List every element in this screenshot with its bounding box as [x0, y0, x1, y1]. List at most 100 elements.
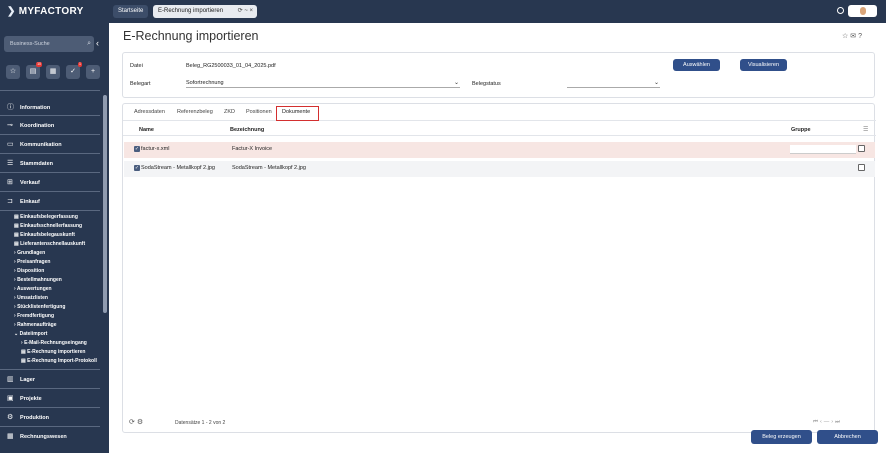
business-search-input[interactable]: Business-Suche ⌕: [4, 36, 94, 52]
help-icon[interactable]: ?: [858, 33, 864, 40]
sidebar-item-grundlagen[interactable]: › Grundlagen: [14, 250, 45, 256]
chat-icon: ▭: [7, 141, 14, 148]
search-icon[interactable]: ⌕: [87, 36, 91, 52]
sidebar-item-stuecklistenfertigung[interactable]: › Stücklistenfertigung: [14, 304, 65, 310]
item-label: Fremdfertigung: [17, 313, 55, 319]
sidebar-item-lieferantenschnellauskunft[interactable]: ▤ Lieferantenschnellauskunft: [14, 241, 85, 247]
sidebar-item-rahmenauftraege[interactable]: › Rahmenaufträge: [14, 322, 57, 328]
tab-positionen[interactable]: Positionen: [246, 109, 272, 115]
belegstatus-select[interactable]: ⌄: [567, 79, 660, 88]
nav-koordination[interactable]: ⊸ Koordination: [7, 121, 54, 129]
table-header: Name Bezeichnung Gruppe: [123, 124, 876, 136]
divider: [0, 369, 100, 370]
belegstatus-label: Belegstatus: [472, 81, 501, 87]
refresh-icon[interactable]: ⟳: [129, 419, 135, 426]
item-label: E-Mail-Rechnungseingang: [24, 340, 87, 346]
sidebar-item-fremdfertigung[interactable]: › Fremdfertigung: [14, 313, 54, 319]
gruppe-input[interactable]: [790, 145, 856, 154]
tab-zkd[interactable]: ZKD: [224, 109, 235, 115]
main-content: E-Rechnung importieren ☆✉? Datei Beleg_R…: [109, 23, 886, 453]
sidebar-item-einkaufsschnellerfassung[interactable]: ▤ Einkaufsschnellerfassung: [14, 223, 82, 229]
nav-einkauf[interactable]: ⊐ Einkauf: [7, 197, 40, 205]
sidebar-item-e-rechnung-import-protokoll[interactable]: ▤ E-Rechnung Import-Protokoll: [21, 358, 97, 364]
sidebar-item-bestellmahnungen[interactable]: › Bestellmahnungen: [14, 277, 62, 283]
sidebar-scrollbar[interactable]: [103, 95, 107, 313]
visualisieren-button[interactable]: Visualisieren: [740, 59, 787, 71]
favorites-icon[interactable]: ☆: [6, 65, 20, 79]
nav-verkauf[interactable]: ⊞ Verkauf: [7, 178, 40, 186]
nav-kommunikation[interactable]: ▭ Kommunikation: [7, 140, 62, 148]
badge-count: 10: [36, 62, 42, 67]
row-checkbox[interactable]: ✓: [134, 165, 140, 171]
sidebar-item-auswertungen[interactable]: › Auswertungen: [14, 286, 52, 292]
documents-icon[interactable]: ▤ 10: [26, 62, 42, 79]
calendar-icon[interactable]: ▦: [46, 65, 60, 79]
projects-icon: ▣: [7, 395, 14, 402]
sidebar-item-preisanfragen[interactable]: › Preisanfragen: [14, 259, 50, 265]
cell-name: SodaStream - Metallkopf 2.jpg: [141, 165, 215, 171]
abbrechen-button[interactable]: Abbrechen: [817, 430, 878, 444]
app-logo[interactable]: ❯ MYFACTORY: [7, 6, 84, 17]
settings-gear-icon[interactable]: ⚙: [137, 419, 143, 426]
detail-tabs: Adressdaten Referenzbeleg ZKD Positionen…: [123, 104, 876, 121]
tasks-icon[interactable]: ✓ 1: [66, 62, 82, 79]
divider: [0, 172, 100, 173]
import-form-card: Datei Beleg_RG2500033_01_04_2025.pdf Aus…: [122, 52, 875, 98]
avatar: [860, 7, 866, 15]
database-icon: ☰: [7, 160, 14, 167]
mail-icon[interactable]: ✉: [850, 33, 858, 40]
auswaehlen-button[interactable]: Auswählen: [673, 59, 720, 71]
sidebar-item-einkaufsbelegerfassung[interactable]: ▤ Einkaufsbelegerfassung: [14, 214, 78, 220]
belegart-value: Sofortrechnung: [186, 80, 224, 86]
tab-e-rechnung-importieren[interactable]: E-Rechnung importieren ⟳ ~ ×: [153, 5, 257, 18]
production-icon: ⚙: [7, 414, 14, 421]
tab-controls[interactable]: ⟳ ~ ×: [238, 5, 253, 18]
add-icon[interactable]: +: [86, 65, 100, 79]
notifications-icon[interactable]: [837, 7, 844, 14]
table-row[interactable]: ✓ SodaStream - Metallkopf 2.jpg SodaStre…: [124, 161, 875, 177]
column-header-gruppe[interactable]: Gruppe: [791, 127, 811, 133]
sidebar-item-einkaufsbelegauskunft[interactable]: ▤ Einkaufsbelegauskunft: [14, 232, 75, 238]
gruppe-input[interactable]: [790, 164, 856, 173]
collapse-sidebar-icon[interactable]: ‹: [96, 39, 99, 48]
sidebar-item-e-rechnung-importieren[interactable]: ▤ E-Rechnung importieren: [21, 349, 85, 355]
tab-startseite[interactable]: Startseite: [113, 5, 148, 18]
search-placeholder: Business-Suche: [10, 41, 50, 47]
sidebar-item-umsatzlisten[interactable]: › Umsatzlisten: [14, 295, 48, 301]
nav-stammdaten[interactable]: ☰ Stammdaten: [7, 159, 53, 167]
column-menu-icon[interactable]: ☰: [863, 126, 868, 133]
belegart-select[interactable]: Sofortrechnung ⌄: [186, 79, 460, 88]
divider: [0, 388, 100, 389]
nav-label: Rechnungswesen: [20, 434, 67, 440]
nav-lager[interactable]: ▥ Lager: [7, 375, 35, 383]
row-action-icon[interactable]: [858, 145, 865, 152]
tab-adressdaten[interactable]: Adressdaten: [134, 109, 165, 115]
column-header-bezeichnung[interactable]: Bezeichnung: [230, 127, 264, 133]
item-label: Auswertungen: [16, 286, 52, 292]
sidebar-item-disposition[interactable]: › Disposition: [14, 268, 44, 274]
datei-label: Datei: [130, 63, 143, 69]
beleg-erzeugen-button[interactable]: Beleg erzeugen: [751, 430, 812, 444]
nav-rechnungswesen[interactable]: ▦ Rechnungswesen: [7, 432, 67, 440]
last-page-icon[interactable]: ⏭: [835, 419, 842, 425]
nav-projekte[interactable]: ▣ Projekte: [7, 394, 42, 402]
row-action-icon[interactable]: [858, 164, 865, 171]
table-row[interactable]: ✓ factur-x.xml Factur-X Invoice: [124, 142, 875, 158]
nav-produktion[interactable]: ⚙ Produktion: [7, 413, 49, 421]
divider: [0, 115, 100, 116]
column-header-name[interactable]: Name: [139, 127, 154, 133]
item-label: Stücklistenfertigung: [17, 304, 66, 310]
sidebar-item-dateiimport[interactable]: ⌄ Dateiimport: [14, 331, 47, 337]
first-page-icon[interactable]: ⏮: [813, 419, 820, 425]
top-bar: ❯ MYFACTORY Startseite E-Rechnung importi…: [0, 0, 886, 23]
user-menu[interactable]: [848, 5, 877, 17]
tab-referenzbeleg[interactable]: Referenzbeleg: [177, 109, 213, 115]
nav-information[interactable]: ⓘ Information: [7, 102, 50, 112]
item-label: Einkaufsbelegerfassung: [20, 214, 78, 220]
badge-count: 1: [78, 62, 82, 67]
sidebar-item-email-rechnungseingang[interactable]: › E-Mail-Rechnungseingang: [21, 340, 87, 346]
divider: [0, 134, 100, 135]
chevron-down-icon: ⌄: [453, 80, 459, 86]
nav-label: Kommunikation: [20, 142, 62, 148]
row-checkbox[interactable]: ✓: [134, 146, 140, 152]
